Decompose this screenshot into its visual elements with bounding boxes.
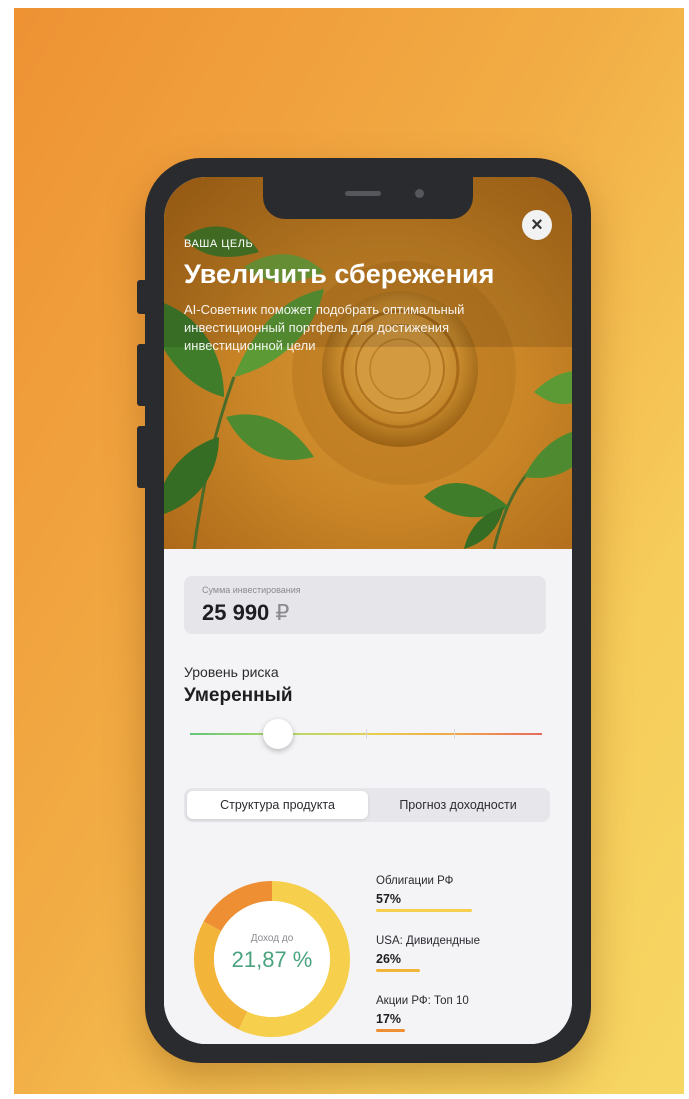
phone-notch — [263, 177, 473, 219]
legend-item-bonds[interactable]: Облигации РФ 57% — [376, 875, 472, 912]
close-icon[interactable]: × — [522, 210, 552, 240]
amount-number: 25 990 — [202, 600, 270, 625]
phone-side-button — [137, 344, 147, 406]
speaker-icon — [345, 191, 381, 196]
promo-background: × ВАША ЦЕЛЬ Увеличить сбережения AI-Сове… — [14, 8, 684, 1094]
legend-bar — [376, 909, 472, 912]
legend-item-usa-dividend[interactable]: USA: Дивидендные 26% — [376, 935, 480, 972]
phone-mockup: × ВАША ЦЕЛЬ Увеличить сбережения AI-Сове… — [137, 158, 591, 1063]
risk-slider-thumb[interactable] — [263, 719, 293, 749]
currency-icon: ₽ — [275, 600, 290, 625]
camera-icon — [415, 189, 424, 198]
goal-description: AI-Советник поможет подобрать оптимальны… — [184, 302, 465, 353]
hero-banner: × ВАША ЦЕЛЬ Увеличить сбережения AI-Сове… — [164, 177, 572, 549]
legend-percent: 17% — [376, 1012, 402, 1026]
investment-amount-field[interactable]: Сумма инвестирования 25 990 ₽ — [184, 576, 546, 634]
legend-percent: 26% — [376, 952, 402, 966]
legend-name: Акции РФ: Топ 10 — [376, 995, 469, 1007]
risk-level-value: Умеренный — [184, 685, 293, 706]
donut-yield-value: 21,87 % — [231, 947, 313, 972]
legend-bar — [376, 969, 420, 972]
tab-product-structure[interactable]: Структура продукта — [187, 791, 368, 819]
goal-title: Увеличить сбережения — [184, 259, 495, 289]
investment-amount-label: Сумма инвестирования — [202, 585, 301, 595]
goal-settings-panel: Сумма инвестирования 25 990 ₽ Уровень ри… — [164, 549, 572, 1044]
slider-tick — [454, 729, 455, 739]
risk-level-label: Уровень риска — [184, 664, 279, 680]
phone-side-button — [137, 280, 147, 314]
donut-caption: Доход до — [250, 933, 294, 944]
phone-side-button — [137, 426, 147, 488]
legend-percent: 57% — [376, 892, 402, 906]
tab-yield-forecast[interactable]: Прогноз доходности — [368, 791, 548, 819]
legend-name: Облигации РФ — [376, 875, 454, 887]
safe-and-plants-illustration — [164, 177, 572, 549]
app-screen: × ВАША ЦЕЛЬ Увеличить сбережения AI-Сове… — [164, 177, 572, 1044]
slider-tick — [366, 729, 367, 739]
goal-eyebrow: ВАША ЦЕЛЬ — [184, 238, 254, 250]
legend-bar — [376, 1029, 405, 1032]
product-tabs: Структура продукта Прогноз доходности — [184, 788, 550, 822]
legend-item-rf-top10[interactable]: Акции РФ: Топ 10 17% — [376, 995, 469, 1032]
legend-name: USA: Дивидендные — [376, 935, 480, 947]
investment-amount-value: 25 990 ₽ — [202, 600, 289, 626]
